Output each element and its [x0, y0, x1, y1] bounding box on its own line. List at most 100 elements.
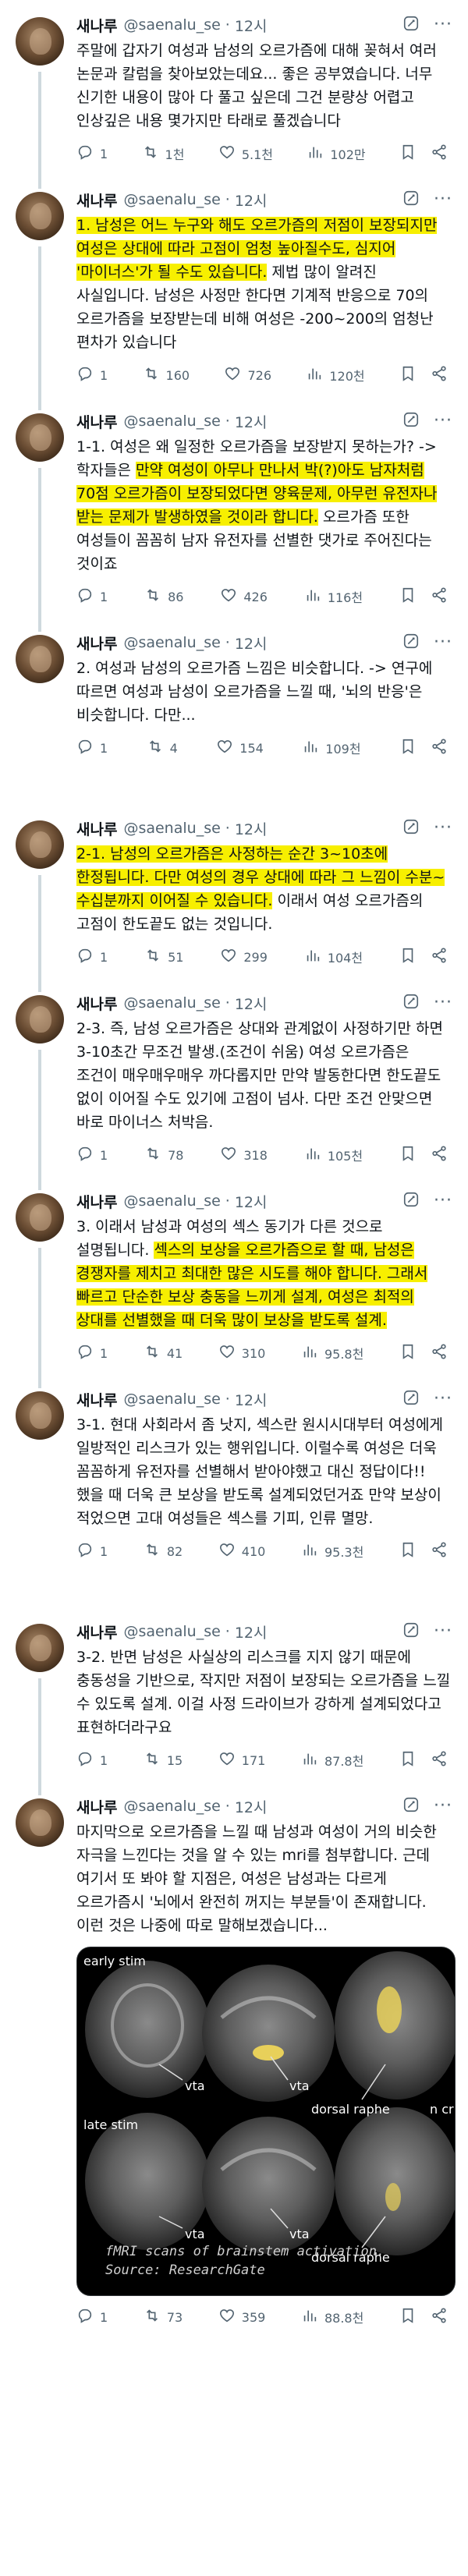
author-name[interactable]: 새나루	[76, 1796, 117, 1817]
share-button[interactable]	[431, 144, 448, 164]
grok-icon[interactable]	[402, 1621, 420, 1642]
like-button[interactable]: 426	[220, 586, 268, 607]
share-button[interactable]	[431, 365, 448, 385]
tweet[interactable]: 새나루 @saenalu_se · 12시 ··· 2-1. 남성의 오르가즘은 사정하는…	[0, 803, 468, 992]
share-button[interactable]	[431, 1541, 448, 1561]
more-icon[interactable]: ···	[434, 1798, 452, 1815]
views-button[interactable]: 120천	[306, 365, 365, 385]
avatar[interactable]	[16, 1624, 64, 1672]
bookmark-button[interactable]	[399, 144, 417, 164]
author-name[interactable]: 새나루	[76, 818, 117, 839]
more-icon[interactable]: ···	[434, 191, 452, 208]
views-button[interactable]: 104천	[304, 947, 363, 967]
share-button[interactable]	[431, 738, 448, 758]
tweet[interactable]: 새나루 @saenalu_se · 12시 ··· 주말에 갑자기 여성과 남성의 오르가…	[0, 0, 468, 189]
author-handle[interactable]: @saenalu_se	[123, 1192, 220, 1210]
grok-icon[interactable]	[402, 632, 420, 654]
views-button[interactable]: 109천	[302, 738, 361, 758]
more-icon[interactable]: ···	[434, 1623, 452, 1640]
retweet-button[interactable]: 15	[144, 1750, 183, 1770]
like-button[interactable]: 299	[220, 947, 268, 967]
retweet-button[interactable]: 82	[144, 1541, 183, 1561]
retweet-button[interactable]: 86	[144, 586, 183, 607]
bookmark-button[interactable]	[399, 1750, 417, 1770]
more-icon[interactable]: ···	[434, 1192, 452, 1210]
grok-icon[interactable]	[402, 411, 420, 432]
views-button[interactable]: 102만	[307, 144, 366, 164]
more-icon[interactable]: ···	[434, 994, 452, 1012]
more-icon[interactable]: ···	[434, 820, 452, 837]
author-name[interactable]: 새나루	[76, 1191, 117, 1212]
views-button[interactable]: 116천	[304, 586, 363, 607]
bookmark-button[interactable]	[399, 1145, 417, 1165]
grok-icon[interactable]	[402, 1191, 420, 1212]
tweet[interactable]: 새나루 @saenalu_se · 12시 ··· 2-3. 즉, 남성 오르가즘은 상대…	[0, 978, 468, 1190]
author-handle[interactable]: @saenalu_se	[123, 1391, 220, 1408]
reply-button[interactable]: 1	[76, 1343, 108, 1363]
retweet-button[interactable]: 160	[143, 365, 190, 385]
bookmark-button[interactable]	[399, 1343, 417, 1363]
author-handle[interactable]: @saenalu_se	[123, 1623, 220, 1640]
bookmark-button[interactable]	[399, 1541, 417, 1561]
tweet-time[interactable]: 12시	[235, 1191, 268, 1212]
avatar[interactable]	[16, 995, 64, 1044]
author-name[interactable]: 새나루	[76, 190, 117, 211]
tweet-time[interactable]: 12시	[235, 632, 268, 654]
views-button[interactable]: 88.8천	[301, 2307, 363, 2327]
avatar[interactable]	[16, 192, 64, 240]
author-name[interactable]: 새나루	[76, 993, 117, 1014]
reply-button[interactable]: 1	[76, 2307, 108, 2327]
retweet-button[interactable]: 1천	[142, 144, 184, 164]
grok-icon[interactable]	[402, 1796, 420, 1817]
like-button[interactable]: 318	[220, 1145, 268, 1165]
author-handle[interactable]: @saenalu_se	[123, 191, 220, 208]
like-button[interactable]: 5.1천	[218, 144, 273, 164]
like-button[interactable]: 726	[224, 365, 271, 385]
share-button[interactable]	[431, 1145, 448, 1165]
avatar[interactable]	[16, 1391, 64, 1440]
author-handle[interactable]: @saenalu_se	[123, 16, 220, 34]
grok-icon[interactable]	[402, 190, 420, 211]
tweet-time[interactable]: 12시	[235, 411, 268, 432]
tweet-time[interactable]: 12시	[235, 190, 268, 211]
tweet[interactable]: 새나루 @saenalu_se · 12시 ··· 1-1. 여성은 왜 일정한 오르가즘…	[0, 396, 468, 632]
tweet-time[interactable]: 12시	[235, 1796, 268, 1817]
like-button[interactable]: 154	[216, 738, 264, 758]
share-button[interactable]	[431, 1343, 448, 1363]
retweet-button[interactable]: 78	[144, 1145, 183, 1165]
bookmark-button[interactable]	[399, 738, 417, 758]
like-button[interactable]: 171	[218, 1750, 265, 1770]
like-button[interactable]: 410	[218, 1541, 265, 1561]
views-button[interactable]: 95.8천	[301, 1343, 363, 1363]
bookmark-button[interactable]	[399, 365, 417, 385]
author-name[interactable]: 새나루	[76, 411, 117, 432]
share-button[interactable]	[431, 1750, 448, 1770]
like-button[interactable]: 310	[218, 1343, 265, 1363]
more-icon[interactable]: ···	[434, 16, 452, 34]
tweet[interactable]: 새나루 @saenalu_se · 12시 ··· 3. 이래서 남성과 여성의 섹스 동…	[0, 1176, 468, 1388]
grok-icon[interactable]	[402, 993, 420, 1014]
avatar[interactable]	[16, 17, 64, 66]
grok-icon[interactable]	[402, 1389, 420, 1410]
views-button[interactable]: 95.3천	[301, 1541, 363, 1561]
reply-button[interactable]: 1	[76, 365, 108, 385]
retweet-button[interactable]: 51	[144, 947, 183, 967]
tweet-time[interactable]: 12시	[235, 1389, 268, 1410]
like-button[interactable]: 359	[218, 2307, 265, 2327]
tweet[interactable]: 새나루 @saenalu_se · 12시 ··· 마지막으로 오르가즘을 느낄 때 남성…	[0, 1781, 468, 2338]
reply-button[interactable]: 1	[76, 738, 108, 758]
author-name[interactable]: 새나루	[76, 15, 117, 36]
reply-button[interactable]: 1	[76, 947, 108, 967]
retweet-button[interactable]: 4	[147, 738, 178, 758]
author-handle[interactable]: @saenalu_se	[123, 634, 220, 651]
reply-button[interactable]: 1	[76, 1145, 108, 1165]
grok-icon[interactable]	[402, 15, 420, 36]
more-icon[interactable]: ···	[434, 1391, 452, 1408]
more-icon[interactable]: ···	[434, 634, 452, 651]
bookmark-button[interactable]	[399, 2307, 417, 2327]
avatar[interactable]	[16, 1193, 64, 1242]
tweet[interactable]: 새나루 @saenalu_se · 12시 ··· 3-2. 반면 남성은 사실상의 리스…	[0, 1607, 468, 1795]
reply-button[interactable]: 1	[76, 144, 108, 164]
author-handle[interactable]: @saenalu_se	[123, 1798, 220, 1815]
tweet-time[interactable]: 12시	[235, 1621, 268, 1642]
